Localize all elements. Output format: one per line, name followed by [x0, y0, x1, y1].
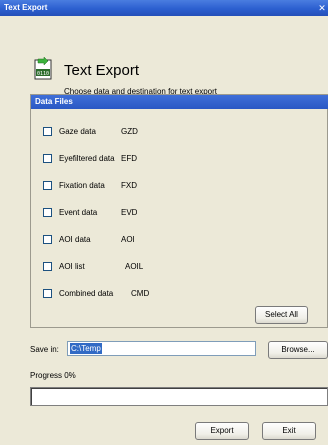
data-code: AOI: [121, 235, 135, 244]
save-path-value: C:\Temp: [70, 343, 102, 354]
title-bar[interactable]: Text Export ✕: [0, 0, 328, 16]
checkbox-label: Eyefiltered data: [59, 154, 115, 163]
data-code: EVD: [121, 208, 138, 217]
select-all-button[interactable]: Select All: [255, 306, 308, 324]
close-icon[interactable]: ✕: [317, 2, 327, 14]
text-export-file-icon: 0110: [33, 56, 53, 80]
data-code: AOIL: [125, 262, 144, 271]
checkbox-box[interactable]: [43, 235, 52, 244]
checkbox-box[interactable]: [43, 208, 52, 217]
window-title: Text Export: [4, 3, 48, 12]
checkbox-box[interactable]: [43, 181, 52, 190]
checkbox-label: Event data: [59, 208, 98, 217]
data-files-group: Data Files Gaze data GZD Eyefiltered dat…: [30, 94, 328, 328]
data-code: FXD: [121, 181, 137, 190]
exit-button[interactable]: Exit: [262, 422, 316, 440]
progress-bar: [30, 387, 328, 406]
export-button[interactable]: Export: [195, 422, 249, 440]
save-path-input[interactable]: C:\Temp: [67, 341, 256, 356]
data-code: GZD: [121, 127, 138, 136]
checkbox-label: AOI data: [59, 235, 91, 244]
svg-text:0110: 0110: [37, 71, 49, 77]
checkbox-box[interactable]: [43, 127, 52, 136]
browse-button[interactable]: Browse...: [268, 341, 328, 359]
text-export-window: Text Export ✕ 0110 Text Export Choose da…: [0, 0, 328, 445]
dialog-title: Text Export: [64, 62, 140, 79]
checkbox-box[interactable]: [43, 154, 52, 163]
checkbox-label: Gaze data: [59, 127, 96, 136]
data-code: CMD: [131, 289, 150, 298]
data-code: EFD: [121, 154, 137, 163]
checkbox-label: Fixation data: [59, 181, 105, 190]
save-in-label: Save in:: [30, 345, 59, 354]
checkbox-box[interactable]: [43, 262, 52, 271]
dialog-header: 0110 Text Export Choose data and destina…: [0, 16, 328, 96]
checkbox-label: Combined data: [59, 289, 114, 298]
checkbox-label: AOI list: [59, 262, 85, 271]
data-files-title: Data Files: [31, 95, 328, 109]
progress-label: Progress 0%: [30, 371, 76, 380]
checkbox-box[interactable]: [43, 289, 52, 298]
